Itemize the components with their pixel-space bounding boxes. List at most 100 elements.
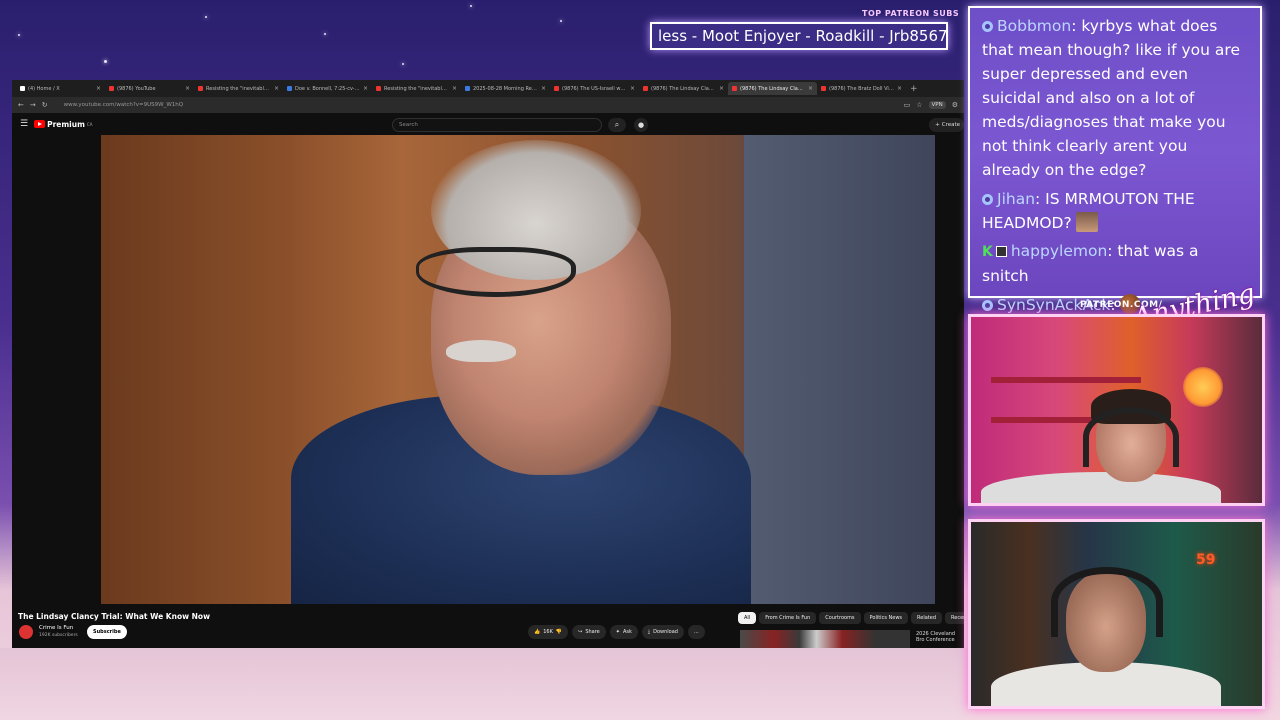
close-icon[interactable]: × [96,85,101,92]
share-button[interactable]: ↪ Share [572,625,606,639]
close-icon[interactable]: × [185,85,190,92]
tab-title: Resisting the "inevitable" fall to [206,85,271,92]
tab-title: Doe v. Bonnell, 7:25-cv-2675 ( [295,85,360,92]
browser-tab[interactable]: (9876) The US-Israeli war with I× [550,82,639,95]
like-count: 16K [543,629,553,635]
chat-text: : kyrbys what does that mean though? lik… [982,17,1240,179]
url-field[interactable]: www.youtube.com/watch?v=9US9W_W1hQ [54,102,898,108]
youtube-icon [198,86,203,91]
browser-tab[interactable]: (9876) The Bratz Doll Video - L× [817,82,906,95]
close-icon[interactable]: × [897,85,902,92]
channel-subscribers: 192K subscribers [39,633,78,638]
document-icon [287,86,292,91]
close-icon[interactable]: × [630,85,635,92]
channel-avatar[interactable] [19,625,33,639]
close-icon[interactable]: × [363,85,368,92]
address-bar: ← → ↻ www.youtube.com/watch?v=9US9W_W1hQ… [12,97,964,113]
filter-chip[interactable]: From Crime Is Fun [759,612,817,624]
recommended-video-title[interactable]: 2026 Cleveland Bro Conference [916,631,964,643]
video-player[interactable] [101,135,935,604]
cast-icon[interactable]: ▭ [904,101,911,109]
search-icon[interactable]: ⌕ [608,118,626,132]
ask-label: Ask [622,629,632,635]
recommended-thumbnails[interactable] [740,630,910,648]
browser-window: (4) Home / X × (9876) YouTube × Resisting th… [12,80,964,648]
extensions-icon[interactable]: ⚙ [952,101,958,109]
youtube-header: ☰ Premium CA Search ⌕ ● + Create [12,113,964,135]
youtube-icon [554,86,559,91]
hamburger-menu-icon[interactable]: ☰ [20,119,28,129]
youtube-premium-text: Premium [47,119,85,129]
sparkle-icon: ✦ [615,629,620,635]
chat-username[interactable]: Jihan [997,190,1035,208]
chat-username[interactable]: happylemon [1011,242,1107,260]
youtube-icon [643,86,648,91]
tab-title: (9876) YouTube [117,85,156,92]
youtube-play-icon [34,120,46,128]
browser-tab[interactable]: (9876) The Lindsay Clancy Trial× [639,82,728,95]
filter-chip[interactable]: Courtrooms [819,612,861,624]
plus-icon: + [935,122,940,128]
close-icon[interactable]: × [541,85,546,92]
youtube-icon [109,86,114,91]
youtube-icon [821,86,826,91]
vpn-button[interactable]: VPN [928,101,946,109]
video-person-glasses [416,247,576,297]
video-person-mustache [446,340,516,362]
recommendation-chips: All From Crime Is Fun Courtrooms Politics N… [738,612,964,624]
browser-tab[interactable]: Resisting the "inevitable" fall to× [372,82,461,95]
youtube-icon [376,86,381,91]
subscribe-button[interactable]: Subscribe [87,625,127,639]
chat-message: Jihan: IS MRMOUTON THE HEADMOD? [982,187,1248,235]
microphone-icon[interactable]: ● [634,118,648,132]
browser-tab[interactable]: (9876) The Lindsay Clancy × [728,82,817,95]
filter-chip[interactable]: Recently [945,612,964,624]
thumbs-up-icon: 👍 [534,629,541,635]
youtube-logo[interactable]: Premium CA [34,120,92,129]
tab-title: (9876) The Lindsay Clancy [740,85,805,92]
filter-chip[interactable]: Politics News [863,612,909,624]
create-button[interactable]: + Create [929,118,964,132]
new-tab-icon[interactable]: + [906,84,922,94]
headset-icon [1083,407,1179,467]
tab-title: (9876) The Lindsay Clancy Trial [651,85,716,92]
filter-chip[interactable]: All [738,612,757,624]
webcam-2: 59 [968,519,1265,709]
ground-decoration [0,648,968,720]
face-emote-icon [1075,211,1098,232]
browser-tab[interactable]: 2025-08-28 Morning Recap - L× [461,82,550,95]
ask-button[interactable]: ✦ Ask [609,625,638,639]
tab-title: (9876) The Bratz Doll Video - L [829,85,894,92]
close-icon[interactable]: × [808,85,813,92]
webcam-1 [968,314,1265,506]
browser-tab[interactable]: Resisting the "inevitable" fall to× [194,82,283,95]
close-icon[interactable]: × [274,85,279,92]
youtube-icon [732,86,737,91]
top-patreon-subs-label: TOP PATREON SUBS [862,9,960,18]
sub-badge-icon [995,246,1007,257]
like-button[interactable]: 👍 16K 👎 [528,625,569,639]
close-icon[interactable]: × [452,85,457,92]
browser-tab[interactable]: Doe v. Bonnell, 7:25-cv-2675 (× [283,82,372,95]
reload-icon[interactable]: ↻ [42,101,48,109]
tab-title: Resisting the "inevitable" fall to [384,85,449,92]
neon-sign: 59 [1196,552,1216,568]
more-actions-button[interactable]: ... [687,625,705,639]
video-info: The Lindsay Clancy Trial: What We Know N… [12,608,964,648]
bookmark-icon[interactable]: ☆ [916,101,922,109]
forward-icon[interactable]: → [30,101,36,109]
thumbs-down-icon[interactable]: 👎 [556,629,562,635]
create-label: Create [941,122,960,128]
prime-badge-icon [982,21,993,32]
filter-chip[interactable]: Related [911,612,943,624]
chat-username[interactable]: Bobbmon [997,17,1071,35]
browser-tab[interactable]: (9876) YouTube × [105,82,194,95]
download-button[interactable]: ⤓ Download [641,625,684,639]
k-badge-icon: K [982,244,993,260]
browser-tab[interactable]: (4) Home / X × [16,82,105,95]
close-icon[interactable]: × [719,85,724,92]
ticker-text: less - Moot Enjoyer - Roadkill - Jrb8567… [658,27,948,45]
back-icon[interactable]: ← [18,101,24,109]
search-input[interactable]: Search [392,118,602,132]
channel-name[interactable]: Crime Is Fun [39,625,73,631]
